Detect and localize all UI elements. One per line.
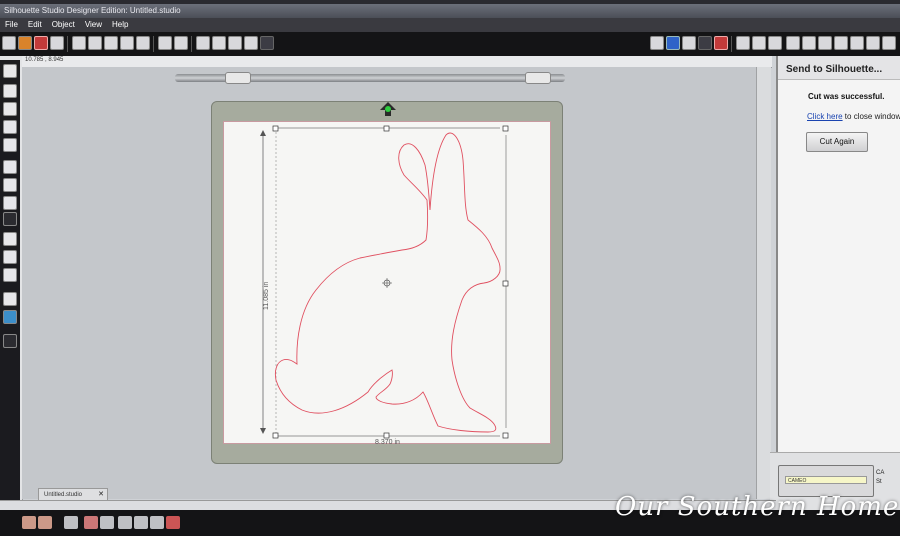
watermark: Our Southern Home <box>615 492 900 522</box>
device-name: CA <box>876 470 885 476</box>
compound-icon[interactable] <box>64 516 78 529</box>
group-icon[interactable] <box>22 516 36 529</box>
release-icon[interactable] <box>84 516 98 529</box>
height-dimension: 11.085 in <box>263 282 270 310</box>
bring-front-icon[interactable] <box>134 516 148 529</box>
cutter-slot-label: CAMEO <box>785 476 867 484</box>
weld-icon[interactable] <box>118 516 132 529</box>
cut-status: Cut was successful. <box>808 92 885 101</box>
rabbit-cut-path[interactable] <box>274 132 501 433</box>
selection-box[interactable] <box>260 125 509 439</box>
delete-icon[interactable] <box>166 516 180 529</box>
ungroup-icon[interactable] <box>38 516 52 529</box>
vertical-scrollbar[interactable] <box>756 67 771 499</box>
center-crosshair <box>382 278 392 288</box>
send-back-icon[interactable] <box>150 516 164 529</box>
device-status: St <box>876 479 882 485</box>
duplicate-icon[interactable] <box>100 516 114 529</box>
width-dimension: 8.370 in <box>375 439 400 446</box>
cut-again-button[interactable]: Cut Again <box>806 132 868 152</box>
close-window-suffix: to close window <box>842 112 900 121</box>
device-info: CA St <box>876 469 884 487</box>
panel-title: Send to Silhouette... <box>778 56 900 80</box>
document-tab-label: Untitled.studio <box>44 492 83 498</box>
close-window-link[interactable]: Click here <box>807 112 843 121</box>
document-tab[interactable]: Untitled.studio ✕ <box>38 488 108 500</box>
screen: Silhouette Studio Designer Edition: Unti… <box>0 0 900 536</box>
close-window-text: Click here to close window <box>807 112 900 121</box>
